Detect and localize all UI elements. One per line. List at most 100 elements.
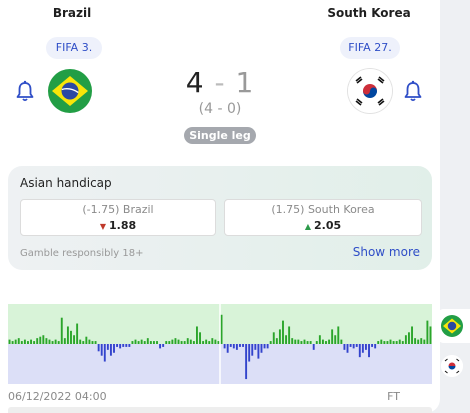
momentum-bar xyxy=(119,344,122,349)
momentum-bar xyxy=(189,339,192,344)
momentum-bar xyxy=(328,339,331,344)
momentum-bar xyxy=(371,344,374,347)
momentum-bar xyxy=(8,339,11,344)
momentum-bar xyxy=(239,344,241,347)
momentum-bar xyxy=(242,344,244,347)
momentum-bar xyxy=(20,341,23,344)
momentum-bar xyxy=(337,326,340,344)
home-odds-value: 1.88 xyxy=(109,219,137,232)
home-odds-button[interactable]: (-1.75) Brazil ▼ 1.88 xyxy=(20,199,216,236)
momentum-bar xyxy=(269,341,272,344)
match-date: 06/12/2022 04:00 xyxy=(8,390,107,403)
momentum-bar xyxy=(380,339,383,344)
momentum-bar xyxy=(131,341,134,344)
momentum-bar xyxy=(134,339,137,344)
momentum-bar xyxy=(186,338,189,344)
show-more-link[interactable]: Show more xyxy=(353,245,420,259)
momentum-bar xyxy=(97,344,100,352)
momentum-bar xyxy=(358,344,361,358)
momentum-bar xyxy=(63,338,66,344)
momentum-bar xyxy=(125,344,128,347)
momentum-bar xyxy=(23,339,26,344)
momentum-bar xyxy=(54,339,57,344)
momentum-bar xyxy=(297,339,300,344)
momentum-bar xyxy=(122,344,125,347)
momentum-chart-svg xyxy=(8,304,432,384)
away-fifa-rank: FIFA 27. xyxy=(340,37,400,59)
momentum-bar xyxy=(417,339,420,344)
leg-type-badge: Single leg xyxy=(184,127,256,144)
south-korea-flag-icon[interactable] xyxy=(441,355,463,377)
momentum-bar xyxy=(103,344,106,362)
match-score: 4 - 1 xyxy=(170,66,270,99)
momentum-bar xyxy=(374,344,377,349)
momentum-bar xyxy=(146,338,149,344)
momentum-bar xyxy=(395,341,398,344)
momentum-bar xyxy=(386,341,389,344)
momentum-bar xyxy=(321,339,324,344)
momentum-bar xyxy=(214,339,217,344)
momentum-bar xyxy=(288,326,291,344)
momentum-bar xyxy=(263,344,266,349)
momentum-bar xyxy=(202,341,205,344)
momentum-bar xyxy=(423,339,426,344)
momentum-bar xyxy=(156,341,158,344)
bell-icon[interactable] xyxy=(15,80,35,102)
momentum-bar xyxy=(389,339,392,344)
momentum-bar xyxy=(70,330,72,344)
momentum-bar xyxy=(11,341,14,344)
momentum-bar xyxy=(282,320,284,344)
momentum-bar xyxy=(340,339,343,344)
momentum-bar xyxy=(429,326,432,344)
momentum-bar xyxy=(94,341,97,344)
momentum-bar xyxy=(60,317,63,344)
momentum-bar xyxy=(140,339,143,344)
momentum-bar xyxy=(361,344,364,353)
momentum-bar xyxy=(377,341,380,344)
momentum-bar xyxy=(205,339,208,344)
away-odds-value-row: ▲ 2.05 xyxy=(225,219,421,232)
momentum-bar xyxy=(325,341,327,344)
momentum-bar xyxy=(312,344,315,350)
momentum-bar xyxy=(266,344,269,349)
momentum-bar xyxy=(275,338,278,344)
momentum-bar xyxy=(352,344,355,349)
gamble-disclaimer: Gamble responsibly 18+ xyxy=(20,248,144,259)
momentum-bar xyxy=(113,344,115,353)
away-team-name[interactable]: South Korea xyxy=(325,6,413,20)
home-score: 4 xyxy=(185,66,205,99)
momentum-bar xyxy=(116,344,119,347)
home-team-name[interactable]: Brazil xyxy=(40,6,104,20)
away-odds-button[interactable]: (1.75) South Korea ▲ 2.05 xyxy=(224,199,422,236)
momentum-bar xyxy=(66,326,69,344)
momentum-bar xyxy=(17,338,20,344)
momentum-bar xyxy=(196,326,198,344)
aggregate-score: (4 - 0) xyxy=(198,101,242,117)
momentum-bar xyxy=(109,344,112,356)
momentum-bar xyxy=(315,341,318,344)
momentum-bar xyxy=(368,344,370,358)
brazil-flag-icon[interactable] xyxy=(441,315,463,337)
momentum-bar xyxy=(30,339,32,344)
momentum-bar xyxy=(162,344,165,347)
momentum-bar xyxy=(76,323,79,344)
momentum-bar xyxy=(248,344,251,362)
home-odds-value-row: ▼ 1.88 xyxy=(21,219,215,232)
momentum-bar xyxy=(355,344,358,347)
momentum-bar xyxy=(48,339,51,344)
momentum-bar xyxy=(257,344,260,359)
bell-icon[interactable] xyxy=(403,80,423,102)
momentum-bar xyxy=(33,341,36,344)
momentum-bar xyxy=(291,338,294,344)
momentum-bar xyxy=(165,341,168,344)
brazil-flag-icon[interactable] xyxy=(48,69,92,113)
momentum-bar xyxy=(414,338,417,344)
momentum-bar xyxy=(36,338,39,344)
momentum-bar xyxy=(318,335,321,344)
momentum-bar xyxy=(251,344,254,356)
away-odds-value: 2.05 xyxy=(314,219,342,232)
momentum-bar xyxy=(408,332,410,344)
momentum-bar xyxy=(331,329,334,344)
south-korea-flag-icon[interactable] xyxy=(348,69,392,113)
momentum-bar xyxy=(45,338,48,344)
